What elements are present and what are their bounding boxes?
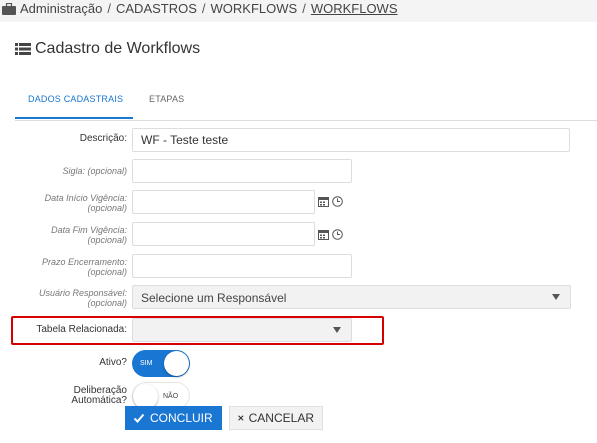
- calendar-icon[interactable]: [318, 229, 329, 240]
- tabela-relacionada-select[interactable]: [132, 318, 352, 342]
- sigla-label: Sigla: (opcional): [62, 166, 127, 176]
- close-icon: [238, 415, 244, 421]
- data-fim-label-line1: Data Fim Vigência:: [51, 225, 127, 235]
- deliberacao-toggle[interactable]: NÃO: [132, 382, 190, 409]
- deliberacao-label-line2: Automática?: [71, 395, 127, 406]
- briefcase-icon: [2, 3, 16, 15]
- calendar-icon[interactable]: [318, 196, 329, 207]
- ativo-toggle[interactable]: SIM: [132, 350, 190, 377]
- data-fim-icons: [318, 229, 343, 240]
- active-tab-indicator: [15, 117, 133, 119]
- check-icon: [133, 413, 145, 423]
- list-icon: [15, 43, 31, 55]
- breadcrumb-separator: /: [302, 1, 306, 16]
- page-title-text: Cadastro de Workflows: [35, 40, 201, 57]
- prazo-label-line1: Prazo Encerramento:: [41, 257, 127, 267]
- breadcrumb: Administração / CADASTROS / WORKFLOWS / …: [0, 0, 597, 22]
- data-inicio-label-line1: Data Início Vigência:: [44, 193, 127, 203]
- breadcrumb-item-administracao[interactable]: Administração: [20, 0, 102, 18]
- breadcrumb-separator: /: [201, 1, 206, 16]
- caret-down-icon: [333, 327, 341, 333]
- data-fim-label: Data Fim Vigência: (opcional): [51, 225, 127, 245]
- cancelar-button[interactable]: CANCELAR: [229, 406, 323, 430]
- descricao-input[interactable]: WF - Teste teste: [132, 128, 570, 152]
- breadcrumb-item-workflows[interactable]: WORKFLOWS: [211, 0, 298, 18]
- data-fim-input[interactable]: [132, 222, 315, 246]
- tabela-relacionada-label: Tabela Relacionada:: [36, 324, 127, 335]
- data-inicio-label: Data Início Vigência: (opcional): [45, 193, 127, 213]
- responsavel-label-line2: (opcional): [87, 298, 127, 308]
- deliberacao-label: Deliberação Automática?: [71, 386, 127, 406]
- tab-dados-cadastrais[interactable]: DADOS CADASTRAIS: [28, 94, 123, 104]
- clock-icon[interactable]: [332, 196, 343, 207]
- page-title: Cadastro de Workflows: [15, 40, 200, 58]
- sigla-input[interactable]: [132, 159, 352, 183]
- data-inicio-icons: [318, 196, 343, 207]
- clock-icon[interactable]: [332, 229, 343, 240]
- cancelar-button-label: CANCELAR: [248, 411, 314, 425]
- responsavel-label: Usuário Responsável: (opcional): [39, 288, 127, 308]
- responsavel-label-line1: Usuário Responsável:: [38, 288, 127, 298]
- ativo-label: Ativo?: [99, 357, 127, 368]
- prazo-label: Prazo Encerramento: (opcional): [42, 257, 127, 277]
- prazo-label-line2: (opcional): [87, 267, 127, 277]
- prazo-input[interactable]: [132, 254, 352, 278]
- data-inicio-label-line2: (opcional): [87, 203, 127, 213]
- ativo-toggle-text: SIM: [140, 360, 153, 367]
- responsavel-select[interactable]: Selecione um Responsável: [132, 285, 571, 309]
- descricao-label: Descrição:: [79, 133, 127, 144]
- concluir-button-label: CONCLUIR: [150, 411, 213, 425]
- caret-down-icon: [552, 294, 560, 300]
- data-inicio-input[interactable]: [132, 190, 315, 214]
- tab-etapas[interactable]: ETAPAS: [149, 94, 184, 104]
- responsavel-select-value: Selecione um Responsável: [141, 291, 287, 305]
- deliberacao-toggle-text: NÃO: [163, 393, 179, 400]
- breadcrumb-separator: /: [107, 1, 111, 16]
- breadcrumb-item-cadastros[interactable]: CADASTROS: [116, 0, 197, 18]
- breadcrumb-item-current[interactable]: WORKFLOWS: [311, 0, 398, 18]
- tab-bar: DADOS CADASTRAIS ETAPAS: [15, 86, 597, 121]
- data-fim-label-line2: (opcional): [87, 235, 127, 245]
- concluir-button[interactable]: CONCLUIR: [125, 406, 222, 430]
- toggle-knob: [164, 351, 189, 376]
